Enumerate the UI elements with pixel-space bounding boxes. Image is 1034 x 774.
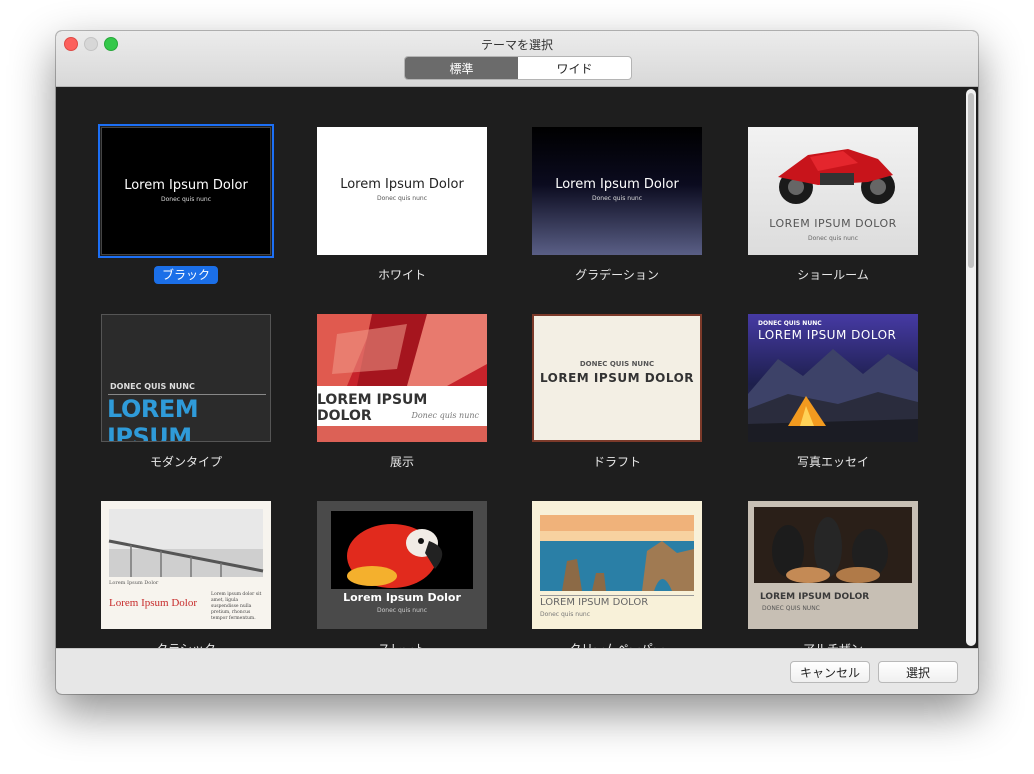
theme-tile-showroom[interactable]: LOREM IPSUM DOLOR Donec quis nunc ショールーム (748, 127, 918, 282)
tab-wide[interactable]: ワイド (518, 57, 631, 79)
dialog-footer: キャンセル 選択 (56, 648, 978, 694)
theme-name: 写真エッセイ (796, 455, 869, 469)
theme-chooser-window: テーマを選択 標準 ワイド Lorem Ipsum Dolor Donec qu… (56, 31, 978, 694)
theme-name: クリームペーパー (512, 640, 722, 648)
theme-thumbnail: Lorem Ipsum Dolor Lorem Ipsum Dolor Lore… (101, 501, 271, 629)
theme-tile-artisan[interactable]: LOREM IPSUM DOLOR DONEC QUIS NUNC アルチザン (748, 501, 918, 648)
theme-thumbnail: Lorem Ipsum Dolor Donec quis nunc (317, 127, 487, 255)
theme-name: クラシック (81, 640, 291, 648)
theme-name: スレート (297, 640, 507, 648)
theme-name: 展示 (389, 455, 414, 469)
theme-tile-exhibit[interactable]: LOREM IPSUM DOLOR Donec quis nunc 展示 (317, 314, 487, 469)
theme-thumbnail: LOREM IPSUM DOLOR Donec quis nunc (317, 314, 487, 442)
cancel-button[interactable]: キャンセル (790, 661, 870, 683)
window-title: テーマを選択 (480, 38, 553, 52)
theme-grid: Lorem Ipsum Dolor Donec quis nunc ブラック L… (56, 87, 978, 648)
theme-thumbnail: LOREM IPSUM DOLOR Donec quis nunc (532, 501, 702, 629)
theme-thumbnail: DONEC QUIS NUNC LOREM IPSUM DOLOR (532, 314, 702, 442)
theme-thumbnail: Lorem Ipsum Dolor Donec quis nunc (317, 501, 487, 629)
tab-standard[interactable]: 標準 (405, 57, 518, 79)
scrollbar-thumb[interactable] (968, 93, 974, 268)
aspect-segmented-control: 標準 ワイド (404, 56, 632, 80)
theme-thumbnail: Lorem Ipsum Dolor Donec quis nunc (98, 124, 274, 258)
theme-name: ホワイト (377, 268, 426, 282)
coast-arch-image (540, 515, 694, 591)
theme-name: ドラフト (592, 455, 641, 469)
theme-tile-black[interactable]: Lorem Ipsum Dolor Donec quis nunc ブラック (98, 124, 274, 284)
theme-thumbnail: DONEC QUIS NUNC LOREM IPSUM DOLOR (748, 314, 918, 442)
theme-tile-classic[interactable]: Lorem Ipsum Dolor Lorem Ipsum Dolor Lore… (101, 501, 271, 648)
theme-tile-gradient[interactable]: Lorem Ipsum Dolor Donec quis nunc グラデーショ… (532, 127, 702, 282)
theme-name: モダンタイプ (149, 455, 222, 469)
theme-thumbnail: Lorem Ipsum Dolor Donec quis nunc (532, 127, 702, 255)
theme-thumbnail: LOREM IPSUM DOLOR Donec quis nunc (748, 127, 918, 255)
theme-thumbnail: LOREM IPSUM DOLOR DONEC QUIS NUNC (748, 501, 918, 629)
theme-thumbnail: DONEC QUIS NUNC LOREM IPSUM (101, 314, 271, 442)
theme-tile-photo-essay[interactable]: DONEC QUIS NUNC LOREM IPSUM DOLOR 写真エッセイ (748, 314, 918, 469)
theme-tile-cream-paper[interactable]: LOREM IPSUM DOLOR Donec quis nunc クリームペー… (532, 501, 702, 648)
theme-name: ブラック (81, 266, 291, 284)
theme-name: ショールーム (797, 268, 869, 282)
theme-tile-slate[interactable]: Lorem Ipsum Dolor Donec quis nunc スレート (317, 501, 487, 648)
theme-tile-modern-type[interactable]: DONEC QUIS NUNC LOREM IPSUM モダンタイプ (101, 314, 271, 469)
choose-button[interactable]: 選択 (878, 661, 958, 683)
theme-tile-white[interactable]: Lorem Ipsum Dolor Donec quis nunc ホワイト (317, 127, 487, 282)
theme-name: アルチザン (728, 640, 938, 648)
theme-tile-draft[interactable]: DONEC QUIS NUNC LOREM IPSUM DOLOR ドラフト (532, 314, 702, 469)
theme-name: グラデーション (575, 268, 659, 282)
title-bar: テーマを選択 標準 ワイド (56, 31, 978, 87)
